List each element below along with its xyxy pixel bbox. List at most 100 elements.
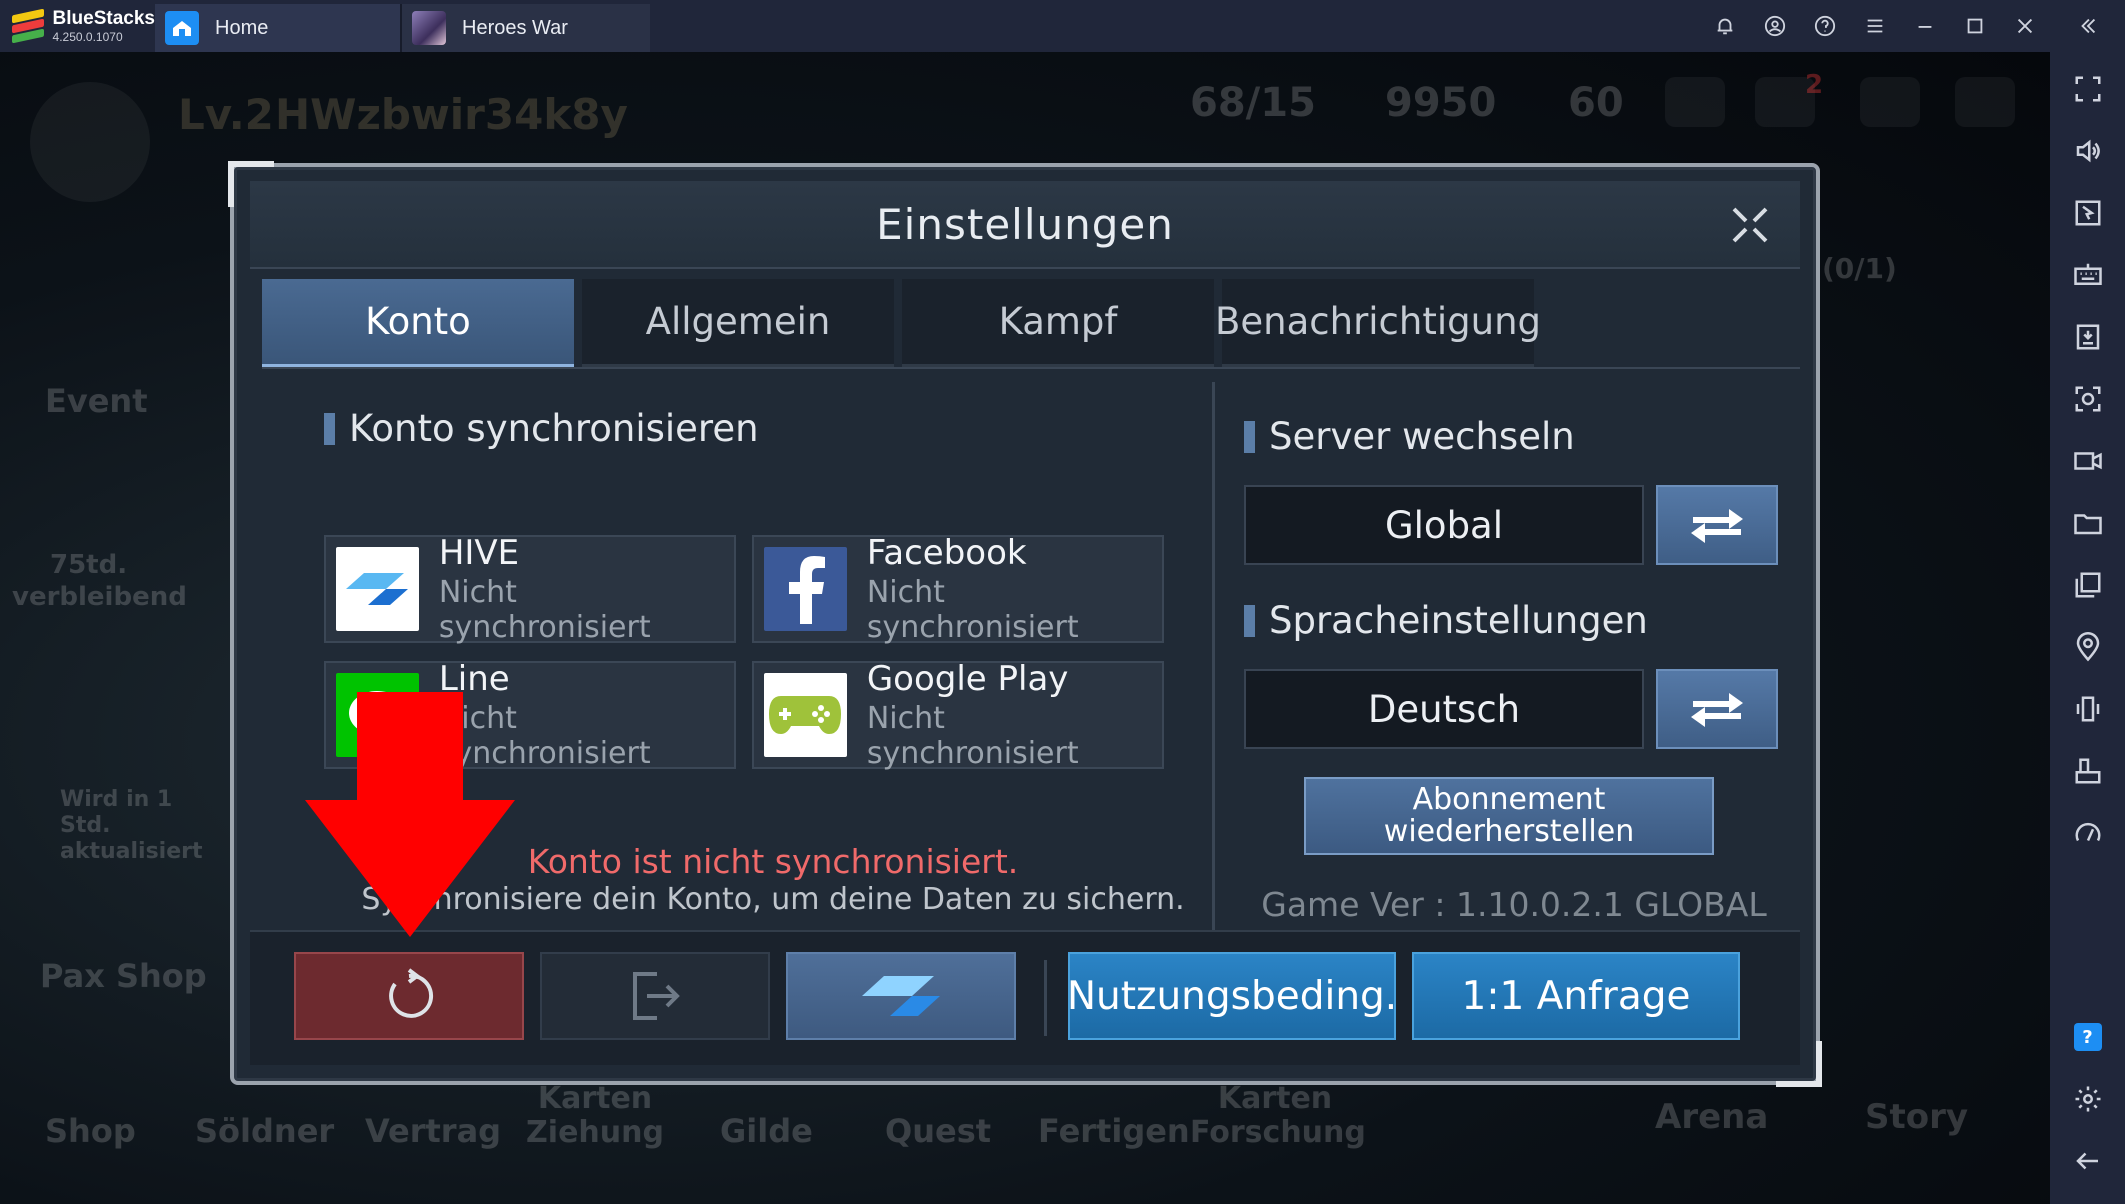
restore-subscription-button[interactable]: Abonnement wiederherstellen [1304,777,1714,855]
terms-button[interactable]: Nutzungsbeding. [1066,952,1398,1040]
quest-progress: (0/1) [1822,252,1897,285]
bell-icon[interactable] [1700,0,1750,52]
nav-vertrag: Vertrag [365,1112,502,1150]
nav-shop: Shop [45,1112,136,1150]
nav-karten-ziehung: Karten Ziehung [526,1081,664,1150]
terms-label: Nutzungsbeding. [1066,973,1398,1019]
language-heading-text: Spracheinstellungen [1269,599,1648,642]
pax-shop-label: Pax Shop [40,957,207,995]
shake-icon[interactable] [2063,684,2113,734]
rotate-icon[interactable] [2063,746,2113,796]
tab-kampf[interactable]: Kampf [902,279,1214,367]
chat-icon [1665,77,1725,127]
dialog-title: Einstellungen [876,199,1174,249]
app-name: BlueStacks [52,8,155,29]
hive-icon [862,976,940,1016]
account-icon[interactable] [1750,0,1800,52]
inquiry-label: 1:1 Anfrage [1461,973,1691,1019]
tab-home-label: Home [215,16,269,39]
bluestacks-window: BlueStacks 4.250.0.1070 Home Heroes War [0,0,2125,1204]
inquiry-button[interactable]: 1:1 Anfrage [1412,952,1740,1040]
maximize-icon[interactable] [1950,0,2000,52]
logout-button[interactable] [540,952,770,1040]
tab-kampf-label: Kampf [998,300,1118,343]
swap-arrows-icon [1691,509,1743,543]
pointer-icon[interactable] [2063,188,2113,238]
event-remaining: verbleibend [12,582,187,612]
tab-heroes-war-label: Heroes War [462,16,568,39]
server-select[interactable]: Global [1244,485,1644,565]
window-controls [1700,0,2125,52]
record-icon[interactable] [2063,436,2113,486]
language-select[interactable]: Deutsch [1244,669,1644,749]
guild-emblem-icon [30,82,150,202]
volume-icon[interactable] [2063,126,2113,176]
nav-soeldner: Söldner [195,1112,335,1150]
tab-home[interactable]: Home [155,4,400,52]
logout-icon [633,972,680,1020]
annotation-arrow-icon [305,692,515,937]
nav-fertigen: Fertigen [1038,1112,1190,1150]
bluestacks-logo-icon [10,8,45,44]
mail-badge: 2 [1805,70,1824,100]
language-swap-button[interactable] [1656,669,1778,749]
restore-line2: wiederherstellen [1383,814,1635,849]
app-version: 4.250.0.1070 [52,30,123,44]
back-icon[interactable] [2063,1136,2113,1186]
install-apk-icon[interactable] [2063,312,2113,362]
menu-icon[interactable] [1850,0,1900,52]
nav-quest: Quest [885,1112,992,1150]
gem-value: 60 [1568,80,1624,126]
dialog-footer: Nutzungsbeding. 1:1 Anfrage [250,930,1800,1065]
tab-benachrichtigung[interactable]: Benachrichtigung [1215,279,1541,367]
tab-benachrichtigung-label: Benachrichtigung [1215,300,1542,343]
title-bar: BlueStacks 4.250.0.1070 Home Heroes War [0,0,2125,52]
nav-gilde: Gilde [720,1112,813,1150]
grid-menu-icon [1955,77,2015,127]
swap-arrows-icon [1691,693,1743,727]
game-avatar-icon [412,11,446,45]
tab-allgemein[interactable]: Allgemein [582,279,894,367]
refresh-note: Wird in 1 Std. aktualisiert [60,787,203,864]
bluestacks-sidebar: ? [2050,52,2125,1204]
keyboard-icon[interactable] [2063,250,2113,300]
reset-button[interactable] [294,952,524,1040]
help-sidebar-icon[interactable]: ? [2063,1012,2113,1062]
fullscreen-icon[interactable] [2063,64,2113,114]
home-icon [165,11,199,45]
help-icon[interactable] [1800,0,1850,52]
server-heading: Server wechseln [1244,415,1575,458]
event-label: Event [45,382,148,420]
restore-line1: Abonnement [1412,782,1606,817]
tab-underline [262,367,1800,369]
dialog-header: Einstellungen [250,181,1800,269]
tab-allgemein-label: Allgemein [645,300,831,343]
close-window-icon[interactable] [2000,0,2050,52]
footer-separator [1044,960,1047,1036]
arena-label: Arena [1655,1097,1769,1137]
server-value: Global [1384,503,1504,547]
close-icon[interactable] [1726,201,1774,249]
settings-dialog: Einstellungen Konto Allgemein Kampf Bena… [228,161,1822,1087]
language-heading: Spracheinstellungen [1244,599,1648,642]
bluestacks-logo: BlueStacks 4.250.0.1070 [0,0,155,52]
settings-icon[interactable] [2063,1074,2113,1124]
server-heading-text: Server wechseln [1269,415,1575,458]
hive-button[interactable] [786,952,1016,1040]
nav-karten-forschung: Karten Forschung [1190,1081,1366,1150]
folder-icon[interactable] [2063,498,2113,548]
screenshot-icon[interactable] [2063,374,2113,424]
event-timer: 75td. [50,550,128,580]
player-level: Lv.2 [178,90,274,139]
refresh-icon [389,968,434,1018]
tab-konto[interactable]: Konto [262,279,574,367]
collapse-sidebar-icon[interactable] [2050,0,2125,52]
location-icon[interactable] [2063,622,2113,672]
minimize-icon[interactable] [1900,0,1950,52]
multi-instance-icon[interactable] [2063,560,2113,610]
game-version: Game Ver : 1.10.0.2.1 GLOBAL [1261,885,1767,924]
server-swap-button[interactable] [1656,485,1778,565]
tab-konto-label: Konto [365,300,471,343]
eco-mode-icon[interactable] [2063,808,2113,858]
tab-heroes-war[interactable]: Heroes War [400,4,650,52]
